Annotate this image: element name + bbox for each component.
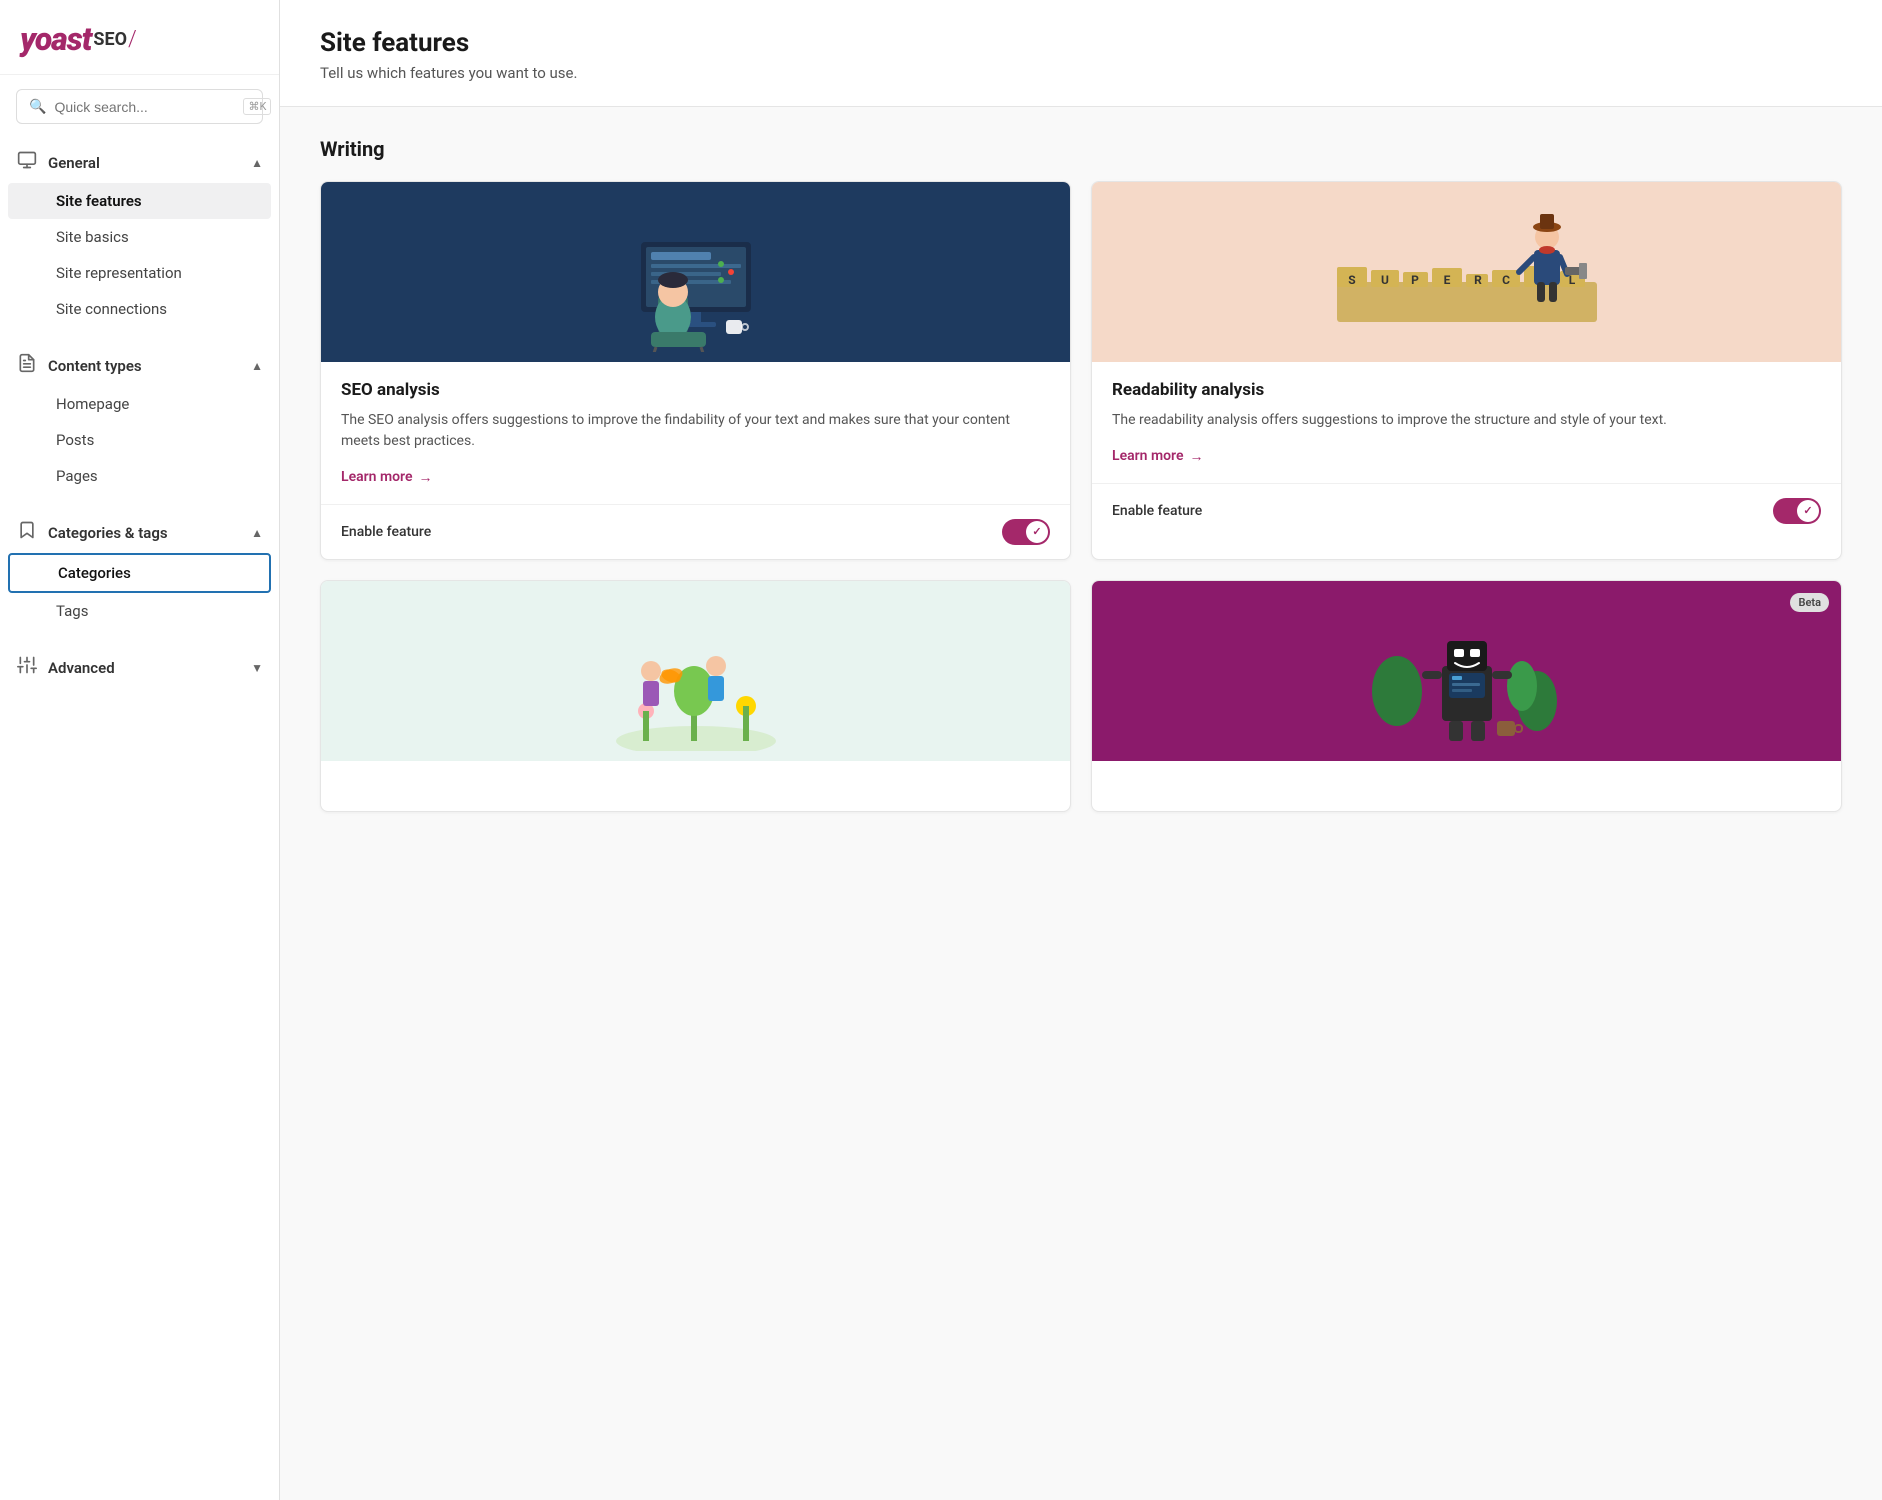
card-4-image: Beta [1092,581,1841,761]
svg-text:S: S [1348,273,1355,287]
readability-check-icon: ✓ [1803,504,1812,517]
sidebar-item-categories[interactable]: Categories [8,553,271,593]
nav-section-content-types-header[interactable]: Content types ▲ [0,345,279,386]
readability-analysis-learn-more[interactable]: Learn more → [1112,448,1203,465]
seo-analysis-learn-more[interactable]: Learn more → [341,469,432,486]
logo: yoast SEO / [20,20,259,58]
nav-section-general-left: General [16,150,100,175]
sidebar-item-site-basics[interactable]: Site basics [8,219,271,255]
readability-analysis-toggle[interactable]: ✓ [1773,498,1821,524]
readability-analysis-desc: The readability analysis offers suggesti… [1112,410,1821,431]
svg-text:L: L [1568,273,1575,287]
seo-analysis-check-icon: ✓ [1032,525,1041,538]
sidebar-item-site-representation[interactable]: Site representation [8,255,271,291]
seo-analysis-card-body: SEO analysis The SEO analysis offers sug… [321,362,1070,504]
svg-text:E: E [1443,273,1450,287]
nav-section-categories-tags: Categories & tags ▲ Categories Tags [0,512,279,629]
sidebar-item-site-features[interactable]: Site features [8,183,271,219]
search-box[interactable]: 🔍 ⌘K [16,89,263,124]
nav-section-content-types: Content types ▲ Homepage Posts Pages [0,345,279,494]
logo-seo-text: SEO [93,29,127,50]
logo-slash: / [128,27,137,52]
svg-text:P: P [1411,273,1419,287]
seo-analysis-enable-label: Enable feature [341,524,431,540]
seo-analysis-desc: The SEO analysis offers suggestions to i… [341,410,1050,452]
card-3-image [321,581,1070,761]
advanced-section-label: Advanced [48,659,115,677]
logo-area: yoast SEO / [0,0,279,75]
search-input[interactable] [54,99,235,115]
document-icon [16,353,38,378]
bookmark-icon [16,520,38,545]
sidebar-item-tags[interactable]: Tags [8,593,271,629]
svg-text:U: U [1381,273,1389,287]
nav-section-categories-tags-header[interactable]: Categories & tags ▲ [0,512,279,553]
svg-text:C: C [1502,273,1510,287]
sidebar-item-pages[interactable]: Pages [8,458,271,494]
categories-tags-section-label: Categories & tags [48,524,168,542]
readability-analysis-card-body: Readability analysis The readability ana… [1092,362,1841,483]
categories-tags-chevron-icon: ▲ [251,526,263,540]
nav-section-general: General ▲ Site features Site basics Site… [0,142,279,327]
sidebar: yoast SEO / 🔍 ⌘K General ▲ Site [0,0,280,1500]
card-3-body [321,761,1070,811]
nav-section-advanced-header[interactable]: Advanced ▼ [0,647,279,688]
sliders-icon [16,655,38,680]
writing-section-heading: Writing [320,137,1842,161]
readability-analysis-title: Readability analysis [1112,380,1821,400]
page-header: Site features Tell us which features you… [280,0,1882,107]
general-chevron-icon: ▲ [251,156,263,170]
nav-section-content-types-left: Content types [16,353,142,378]
main-content: Site features Tell us which features you… [280,0,1882,1500]
nav-section-general-header[interactable]: General ▲ [0,142,279,183]
card-4-body [1092,761,1841,811]
readability-analysis-toggle-knob: ✓ [1797,500,1819,522]
logo-yoast-text: yoast [20,20,91,58]
page-title: Site features [320,28,1842,58]
nav-section-advanced-left: Advanced [16,655,115,680]
nav-section-advanced: Advanced ▼ [0,647,279,688]
beta-badge: Beta [1790,593,1829,612]
general-section-label: General [48,154,100,172]
content-types-section-label: Content types [48,357,142,375]
sidebar-item-posts[interactable]: Posts [8,422,271,458]
readability-analysis-card: S U P E R C A L [1091,181,1842,560]
seo-analysis-toggle-knob: ✓ [1026,521,1048,543]
search-icon: 🔍 [29,99,46,115]
card-4: Beta [1091,580,1842,812]
card-3 [320,580,1071,812]
search-shortcut: ⌘K [243,98,271,115]
seo-analysis-image [321,182,1070,362]
seo-analysis-footer: Enable feature ✓ [321,504,1070,559]
seo-analysis-card: SEO analysis The SEO analysis offers sug… [320,181,1071,560]
svg-text:R: R [1474,273,1482,287]
readability-analysis-image: S U P E R C A L [1092,182,1841,362]
sidebar-item-site-connections[interactable]: Site connections [8,291,271,327]
readability-analysis-footer: Enable feature ✓ [1092,483,1841,538]
advanced-chevron-icon: ▼ [251,661,263,675]
readability-analysis-enable-label: Enable feature [1112,503,1202,519]
seo-analysis-title: SEO analysis [341,380,1050,400]
monitor-icon [16,150,38,175]
content-types-chevron-icon: ▲ [251,359,263,373]
cards-grid: SEO analysis The SEO analysis offers sug… [320,181,1842,812]
nav-section-categories-tags-left: Categories & tags [16,520,168,545]
seo-analysis-toggle[interactable]: ✓ [1002,519,1050,545]
page-subtitle: Tell us which features you want to use. [320,64,1842,82]
sidebar-item-homepage[interactable]: Homepage [8,386,271,422]
content-area: Writing [280,107,1882,862]
